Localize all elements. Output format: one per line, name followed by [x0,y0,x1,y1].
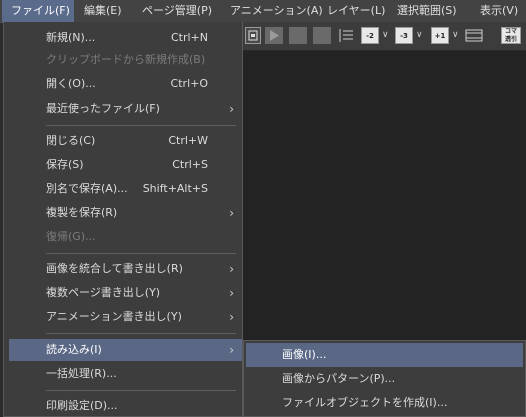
chevron-right-icon: › [229,310,234,324]
menu-item-export-merged[interactable]: 画像を統合して書き出し(R) › [4,258,242,280]
submenu-item-pattern-from-image[interactable]: 画像からパターン(P)... [244,367,525,391]
menu-item-shortcut: Ctrl+O [170,77,208,90]
menu-item-export-multiple-pages[interactable]: 複数ページ書き出し(Y) › [4,282,242,304]
film-icon[interactable] [465,27,483,44]
chevron-down-icon[interactable]: ∨ [382,27,390,44]
stop-icon[interactable] [289,27,307,44]
menu-item-label: 一括処理(R)... [46,367,117,380]
menu-item-label: クリップボードから新規作成(B) [46,53,206,66]
chevron-down-icon[interactable]: ∨ [452,27,460,44]
file-menu: 新規(N)... Ctrl+N クリップボードから新規作成(B) 開く(O)..… [3,22,243,417]
menu-item-shortcut: Shift+Alt+S [142,182,208,195]
menu-item-label: 閉じる(C) [46,134,96,147]
thumbnail-icon[interactable] [245,27,261,44]
menu-item-shortcut: Ctrl+W [168,134,208,147]
menu-item-recent-files[interactable]: 最近使ったファイル(F) › [4,98,242,120]
menu-separator [46,125,236,126]
submenu-item-create-file-object[interactable]: ファイルオブジェクトを作成(I)... [244,391,525,415]
submenu-item-label: ファイルオブジェクトを作成(I)... [282,396,448,409]
menu-item-print-settings[interactable]: 印刷設定(D)... [4,395,242,417]
menu-item-new-from-clipboard: クリップボードから新規作成(B) [4,49,242,71]
menu-layer[interactable]: レイヤー(L) [327,0,385,22]
menu-item-label: 開く(O)... [46,77,96,90]
chevron-right-icon: › [229,206,234,220]
menu-item-import[interactable]: 読み込み(I) › [9,339,242,361]
frame-icon[interactable] [313,27,331,44]
menu-item-label: 複製を保存(R) [46,206,118,219]
chevron-down-icon[interactable]: ∨ [416,27,424,44]
menu-item-shortcut: Ctrl+S [172,158,208,171]
menu-selection[interactable]: 選択範囲(S) [397,0,457,22]
layer-order-icon[interactable] [337,27,355,44]
onion-skin-icon[interactable]: コマ 透引 [501,27,521,44]
menu-item-label: 最近使ったファイル(F) [46,102,160,115]
menu-item-new[interactable]: 新規(N)... Ctrl+N [4,27,242,49]
menu-separator [46,253,236,254]
menu-page-management[interactable]: ページ管理(P) [142,0,212,22]
menu-view[interactable]: 表示(V) [480,0,518,22]
menu-separator [46,333,236,334]
menu-item-label: 印刷設定(D)... [46,399,118,412]
menu-item-batch-process[interactable]: 一括処理(R)... [4,363,242,385]
submenu-item-label: 画像からパターン(P)... [282,372,396,385]
menu-item-save-duplicate[interactable]: 複製を保存(R) › [4,202,242,224]
menu-item-label: アニメーション書き出し(Y) [46,310,182,323]
chevron-right-icon: › [229,262,234,276]
add-1-icon[interactable]: +1 [431,27,449,44]
menu-item-save-as[interactable]: 別名で保存(A)... Shift+Alt+S [4,178,242,200]
onion-skin-label-bottom: 透引 [504,36,517,43]
submenu-item-label: 画像(I)... [282,348,327,361]
play-icon[interactable] [265,27,283,44]
chevron-right-icon: › [229,286,234,300]
step-back-2-icon[interactable]: -2 [361,27,379,44]
menu-item-open[interactable]: 開く(O)... Ctrl+O [4,73,242,95]
menu-item-label: 画像を統合して書き出し(R) [46,262,183,275]
menu-item-label: 新規(N)... [46,31,96,44]
menu-item-label: 復帰(G)... [46,230,96,243]
chevron-right-icon: › [229,343,234,357]
menu-item-save[interactable]: 保存(S) Ctrl+S [4,154,242,176]
import-submenu: 画像(I)... 画像からパターン(P)... ファイルオブジェクトを作成(I)… [243,340,526,417]
onion-skin-label-top: コマ [504,28,517,35]
menu-item-close[interactable]: 閉じる(C) Ctrl+W [4,130,242,152]
menu-item-label: 読み込み(I) [46,343,102,356]
menu-item-shortcut: Ctrl+N [170,31,208,44]
step-back-3-icon[interactable]: -3 [395,27,413,44]
menu-separator [46,390,236,391]
menu-item-label: 複数ページ書き出し(Y) [46,286,161,299]
submenu-item-image[interactable]: 画像(I)... [246,343,523,367]
menu-item-label: 保存(S) [46,158,84,171]
menu-edit[interactable]: 編集(E) [84,0,122,22]
menu-file[interactable]: ファイル(F) [2,0,74,22]
menu-item-revert: 復帰(G)... [4,226,242,248]
menu-item-export-animation[interactable]: アニメーション書き出し(Y) › [4,306,242,328]
animation-toolbar: -2 ∨ -3 ∨ +1 ∨ コマ 透引 [243,22,526,51]
menu-animation[interactable]: アニメーション(A) [230,0,323,22]
menu-bar: ファイル(F) 編集(E) ページ管理(P) アニメーション(A) レイヤー(L… [0,0,526,23]
menu-item-label: 別名で保存(A)... [46,182,128,195]
chevron-right-icon: › [229,102,234,116]
